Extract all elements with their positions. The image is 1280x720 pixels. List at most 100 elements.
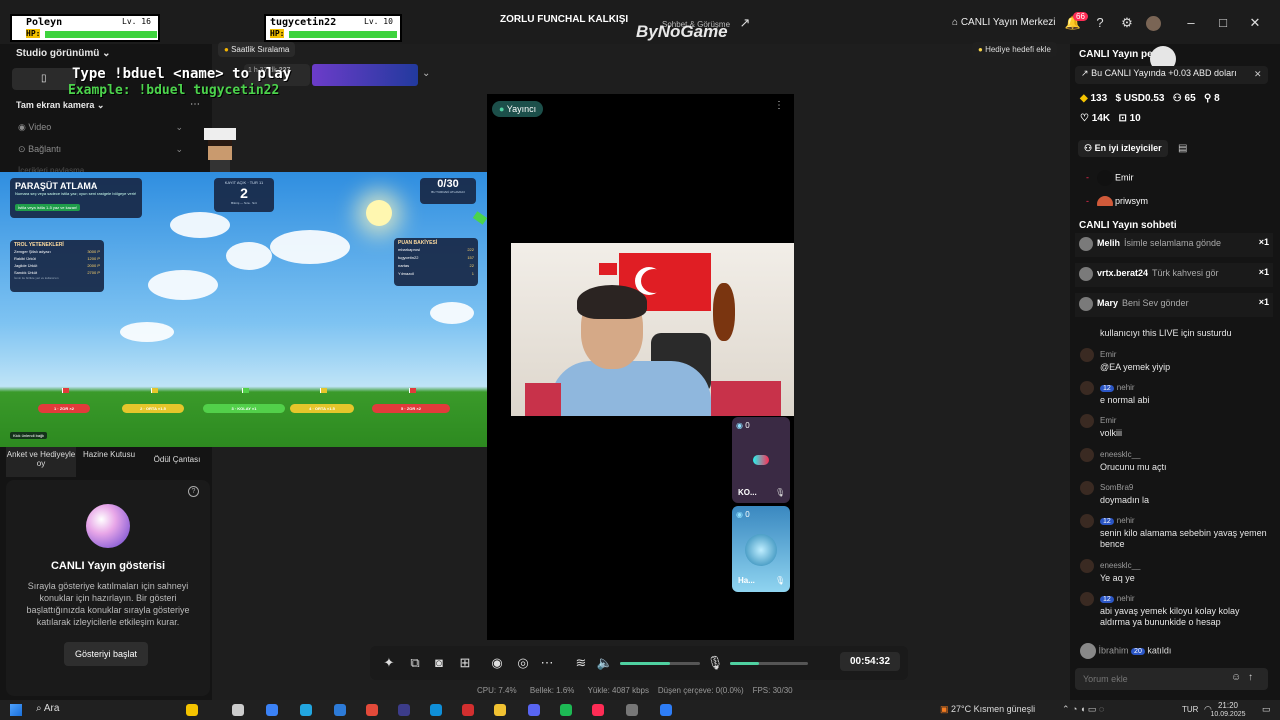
- start-show-button[interactable]: Gösteriyi başlat: [64, 642, 148, 666]
- chat-message[interactable]: eneesklc__ Ye aq ye: [1080, 559, 1270, 584]
- speaker-icon[interactable]: 🔈: [596, 654, 614, 672]
- player1-hp-bar: [45, 31, 157, 38]
- points-player: Yılmazcil: [398, 271, 415, 276]
- gift-message[interactable]: Mary Beni Sev gönder ×1: [1075, 293, 1273, 317]
- chat-author: Emir: [1080, 348, 1270, 362]
- record-icon[interactable]: ◉: [488, 654, 506, 672]
- task-view-icon[interactable]: [232, 704, 244, 716]
- gift-goal-chip[interactable]: ● Hediye hedefi ekle: [972, 42, 1057, 57]
- chat-author-name: Emir: [1100, 350, 1117, 360]
- chat-message[interactable]: 12 nehir abi yavaş yemek kiloyu kolay kola…: [1080, 592, 1270, 628]
- guest-slot-1[interactable]: ◉ 0 KO... 🎙: [732, 417, 790, 503]
- widgets-icon[interactable]: [186, 704, 198, 716]
- emoji-icon[interactable]: ☺: [1231, 672, 1241, 683]
- app-icon[interactable]: [398, 704, 410, 716]
- mic-icon[interactable]: 🎙: [706, 654, 724, 672]
- chevron-down-icon[interactable]: ⌄: [422, 68, 430, 79]
- spotify-icon[interactable]: [560, 704, 572, 716]
- tab-treasure-box[interactable]: Hazine Kutusu: [76, 447, 142, 477]
- chat-message[interactable]: 12 nehir e normal abi: [1080, 381, 1270, 406]
- gear-icon[interactable]: ⚙: [1118, 14, 1136, 32]
- layout-icon[interactable]: ⧉: [406, 654, 424, 672]
- chat-message[interactable]: 12 nehir senin kilo alamama sebebin yavaş …: [1080, 514, 1270, 550]
- video-source-item[interactable]: ◉ Video ⌄: [18, 122, 183, 133]
- chat-message[interactable]: kullanıcıyı this LIVE için susturdu: [1080, 328, 1270, 339]
- person-icon: ●: [499, 104, 505, 114]
- maximize-icon[interactable]: □: [1214, 14, 1232, 32]
- mic-icon[interactable]: 🎙: [775, 488, 785, 497]
- close-icon[interactable]: ✕: [1254, 69, 1262, 80]
- edge-icon[interactable]: [300, 704, 312, 716]
- promo-banner[interactable]: [312, 64, 418, 86]
- mic-slider[interactable]: [730, 662, 808, 665]
- chat-message[interactable]: eneesklc__ Orucunu mu açtı: [1080, 448, 1270, 473]
- connection-source-item[interactable]: ⊙ Bağlantı ⌄: [18, 144, 183, 155]
- heart-icon: ♡: [1080, 113, 1089, 124]
- troll-skill-row: Jagilde Ürküt 2000 P: [14, 262, 100, 269]
- tiktok-icon[interactable]: [592, 704, 604, 716]
- camera-icon[interactable]: ◙: [430, 654, 448, 672]
- chevron-down-icon: ⌄: [175, 122, 183, 132]
- round-panel: KAYIT AÇIK · TUR 11 2 Bitmiş — Sıra · Sı…: [214, 178, 274, 212]
- taskbar-search[interactable]: ⌕ Ara: [36, 703, 59, 714]
- help-icon[interactable]: ?: [188, 486, 199, 497]
- stage-more-icon[interactable]: ⋮: [774, 100, 784, 111]
- top-viewer-2[interactable]: - priwsym: [1086, 196, 1148, 206]
- clock[interactable]: 21:20 10.09.2025: [1206, 701, 1250, 720]
- discord-icon[interactable]: [528, 704, 540, 716]
- tab-poll-gift[interactable]: Anket ve Hediyeyle oy: [6, 447, 76, 477]
- app-icon[interactable]: [660, 704, 672, 716]
- help-icon[interactable]: ?: [1091, 14, 1109, 32]
- gift-message[interactable]: vrtx.berat24 Türk kahvesi gör ×1: [1075, 263, 1273, 287]
- landing-flag: [242, 388, 249, 393]
- sofa: [711, 381, 781, 416]
- chat-message[interactable]: SomBra9 doymadın la: [1080, 481, 1270, 506]
- guest-slot-2[interactable]: ◉ 0 Ha... 🎙: [732, 506, 790, 592]
- weather[interactable]: ▣ 27°C Kısmen güneşli: [940, 704, 1035, 715]
- obs-icon[interactable]: [626, 704, 638, 716]
- chat-message[interactable]: Emir volkiii: [1080, 414, 1270, 439]
- store-icon[interactable]: [266, 704, 278, 716]
- send-icon[interactable]: ↑: [1248, 672, 1253, 683]
- chrome-icon[interactable]: [366, 704, 378, 716]
- diamond-icon: ◆: [1080, 93, 1088, 104]
- game-icon[interactable]: [462, 704, 474, 716]
- live-center-button[interactable]: ⌂ CANLI Yayın Merkezi: [952, 17, 1056, 28]
- studio-view-dropdown[interactable]: Studio görünümü ⌄: [16, 48, 111, 59]
- windows-start-icon[interactable]: [10, 704, 22, 716]
- avatar[interactable]: [1146, 16, 1161, 31]
- player1-card: Poleyn Lv. 16 HP:: [10, 14, 160, 42]
- gift-message[interactable]: Melih İsimle selamlama gönde ×1: [1075, 233, 1273, 257]
- points-row: tugycetin22 157: [398, 254, 474, 262]
- list-icon[interactable]: ▤: [1178, 143, 1187, 154]
- more-icon[interactable]: ⋯: [190, 99, 200, 110]
- tray-icons[interactable]: ⌃ ◔ ◖ ▭ ◌: [1062, 704, 1104, 715]
- game-title-panel: PARAŞÜT ATLAMA Numara seç veya sadece is…: [10, 178, 142, 218]
- files-icon[interactable]: [494, 704, 506, 716]
- settings-sliders-icon[interactable]: ≋: [572, 654, 590, 672]
- notification-icon[interactable]: ▭: [1262, 704, 1271, 715]
- top-viewers-button[interactable]: ⚇ En iyi izleyiciler: [1078, 140, 1168, 157]
- chat-author-name: nehir: [1116, 383, 1135, 393]
- share-icon[interactable]: ↗: [736, 14, 754, 32]
- target-icon[interactable]: ◎: [514, 654, 532, 672]
- chat-text: Orucunu mu açtı: [1100, 462, 1167, 472]
- close-icon[interactable]: ✕: [1246, 14, 1264, 32]
- troll-skills-panel: TROL YETENEKLERİ Zemger Şifalı adyazı 300…: [10, 240, 104, 292]
- more-icon[interactable]: ⋯: [538, 654, 556, 672]
- mic-icon[interactable]: 🎙: [775, 576, 785, 585]
- hourly-rank-chip[interactable]: ● Saatlik Sıralama: [218, 42, 296, 57]
- tab-reward-bag[interactable]: Ödül Çantası: [142, 447, 212, 477]
- edge-icon[interactable]: [430, 704, 442, 716]
- volume-slider[interactable]: [620, 662, 700, 665]
- chat-message[interactable]: Emir @EA yemek yiyip: [1080, 348, 1270, 373]
- add-source-icon[interactable]: ⊞: [456, 654, 474, 672]
- fullscreen-cam-dropdown[interactable]: Tam ekran kamera ⌄: [16, 100, 104, 111]
- sun: [366, 200, 392, 226]
- language-indicator[interactable]: TUR: [1182, 705, 1198, 714]
- live-timer: 00:54:32: [840, 652, 901, 671]
- top-viewer-1[interactable]: - Emir: [1086, 170, 1134, 186]
- minimize-icon[interactable]: –: [1182, 14, 1200, 32]
- magic-icon[interactable]: ✦: [380, 654, 398, 672]
- browser-icon[interactable]: [334, 704, 346, 716]
